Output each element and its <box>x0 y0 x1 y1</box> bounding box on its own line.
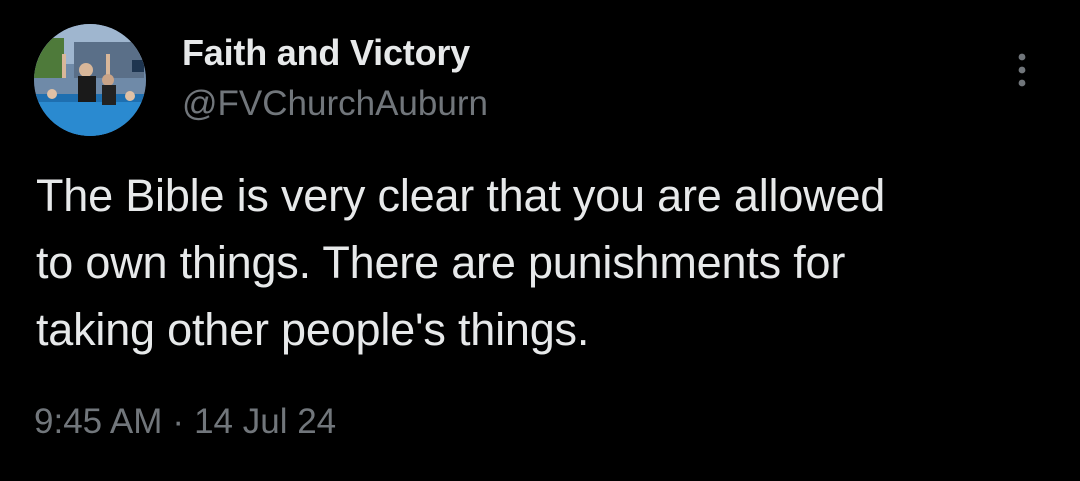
tweet-text: The Bible is very clear that you are all… <box>36 170 886 355</box>
tweet-date[interactable]: 14 Jul 24 <box>194 402 336 441</box>
meta-separator: · <box>172 402 185 441</box>
user-handle[interactable]: @FVChurchAuburn <box>182 84 488 124</box>
display-name[interactable]: Faith and Victory <box>182 32 470 74</box>
tweet-timestamp[interactable]: 9:45 AM · 14 Jul 24 <box>34 402 336 442</box>
more-options-button[interactable] <box>1004 50 1040 90</box>
tweet-card: Faith and Victory @FVChurchAuburn The Bi… <box>0 0 1080 481</box>
tweet-time[interactable]: 9:45 AM <box>34 402 162 441</box>
more-options-icon <box>1018 53 1026 87</box>
avatar[interactable] <box>34 24 146 136</box>
avatar-photo-icon <box>34 24 146 136</box>
